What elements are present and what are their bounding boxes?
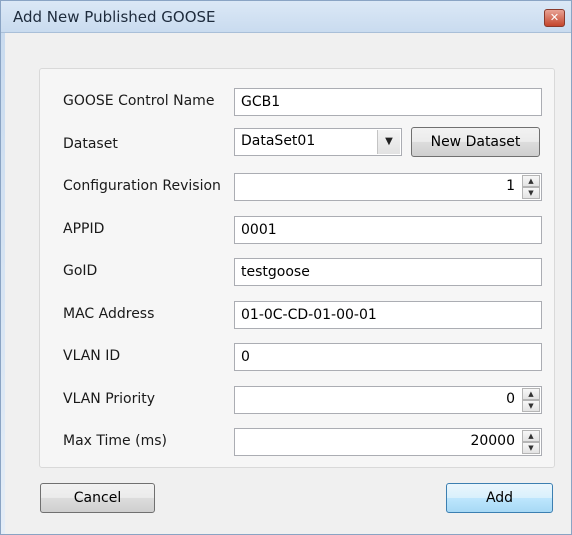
spin-down-icon[interactable]: ▼ bbox=[522, 442, 540, 454]
max-time-stepper: ▲ ▼ bbox=[522, 430, 540, 454]
goose-control-name-input[interactable] bbox=[234, 88, 542, 116]
window-border-accent bbox=[1, 33, 5, 534]
max-time-spinbox[interactable]: 20000 ▲ ▼ bbox=[234, 428, 542, 456]
title-bar[interactable]: Add New Published GOOSE ✕ bbox=[1, 1, 571, 33]
dataset-selected-value: DataSet01 bbox=[241, 133, 316, 149]
add-button[interactable]: Add bbox=[446, 483, 553, 513]
spin-down-icon[interactable]: ▼ bbox=[522, 187, 540, 199]
configuration-revision-value: 1 bbox=[506, 178, 515, 194]
dialog-window: Add New Published GOOSE ✕ GOOSE Control … bbox=[0, 0, 572, 535]
spin-up-icon[interactable]: ▲ bbox=[522, 388, 540, 400]
max-time-value: 20000 bbox=[470, 433, 515, 449]
vlan-priority-value: 0 bbox=[506, 391, 515, 407]
vlan-priority-label: VLAN Priority bbox=[63, 391, 156, 407]
spin-up-icon[interactable]: ▲ bbox=[522, 430, 540, 442]
goose-control-name-label: GOOSE Control Name bbox=[63, 93, 215, 109]
goid-label: GoID bbox=[63, 263, 98, 279]
spin-down-icon[interactable]: ▼ bbox=[522, 400, 540, 412]
configuration-revision-stepper: ▲ ▼ bbox=[522, 175, 540, 199]
cancel-button[interactable]: Cancel bbox=[40, 483, 155, 513]
window-title: Add New Published GOOSE bbox=[13, 8, 216, 26]
new-dataset-button[interactable]: New Dataset bbox=[411, 127, 540, 157]
chevron-down-icon[interactable]: ▼ bbox=[377, 130, 400, 154]
vlan-id-label: VLAN ID bbox=[63, 348, 121, 364]
max-time-label: Max Time (ms) bbox=[63, 433, 167, 449]
vlan-priority-stepper: ▲ ▼ bbox=[522, 388, 540, 412]
configuration-revision-label: Configuration Revision bbox=[63, 178, 221, 194]
mac-address-label: MAC Address bbox=[63, 306, 155, 322]
dataset-label: Dataset bbox=[63, 136, 118, 152]
vlan-id-input[interactable] bbox=[234, 343, 542, 371]
mac-address-input[interactable] bbox=[234, 301, 542, 329]
dataset-select[interactable]: DataSet01 ▼ bbox=[234, 128, 402, 156]
configuration-revision-spinbox[interactable]: 1 ▲ ▼ bbox=[234, 173, 542, 201]
spin-up-icon[interactable]: ▲ bbox=[522, 175, 540, 187]
close-icon[interactable]: ✕ bbox=[544, 9, 565, 27]
appid-input[interactable] bbox=[234, 216, 542, 244]
appid-label: APPID bbox=[63, 221, 105, 237]
vlan-priority-spinbox[interactable]: 0 ▲ ▼ bbox=[234, 386, 542, 414]
goid-input[interactable] bbox=[234, 258, 542, 286]
